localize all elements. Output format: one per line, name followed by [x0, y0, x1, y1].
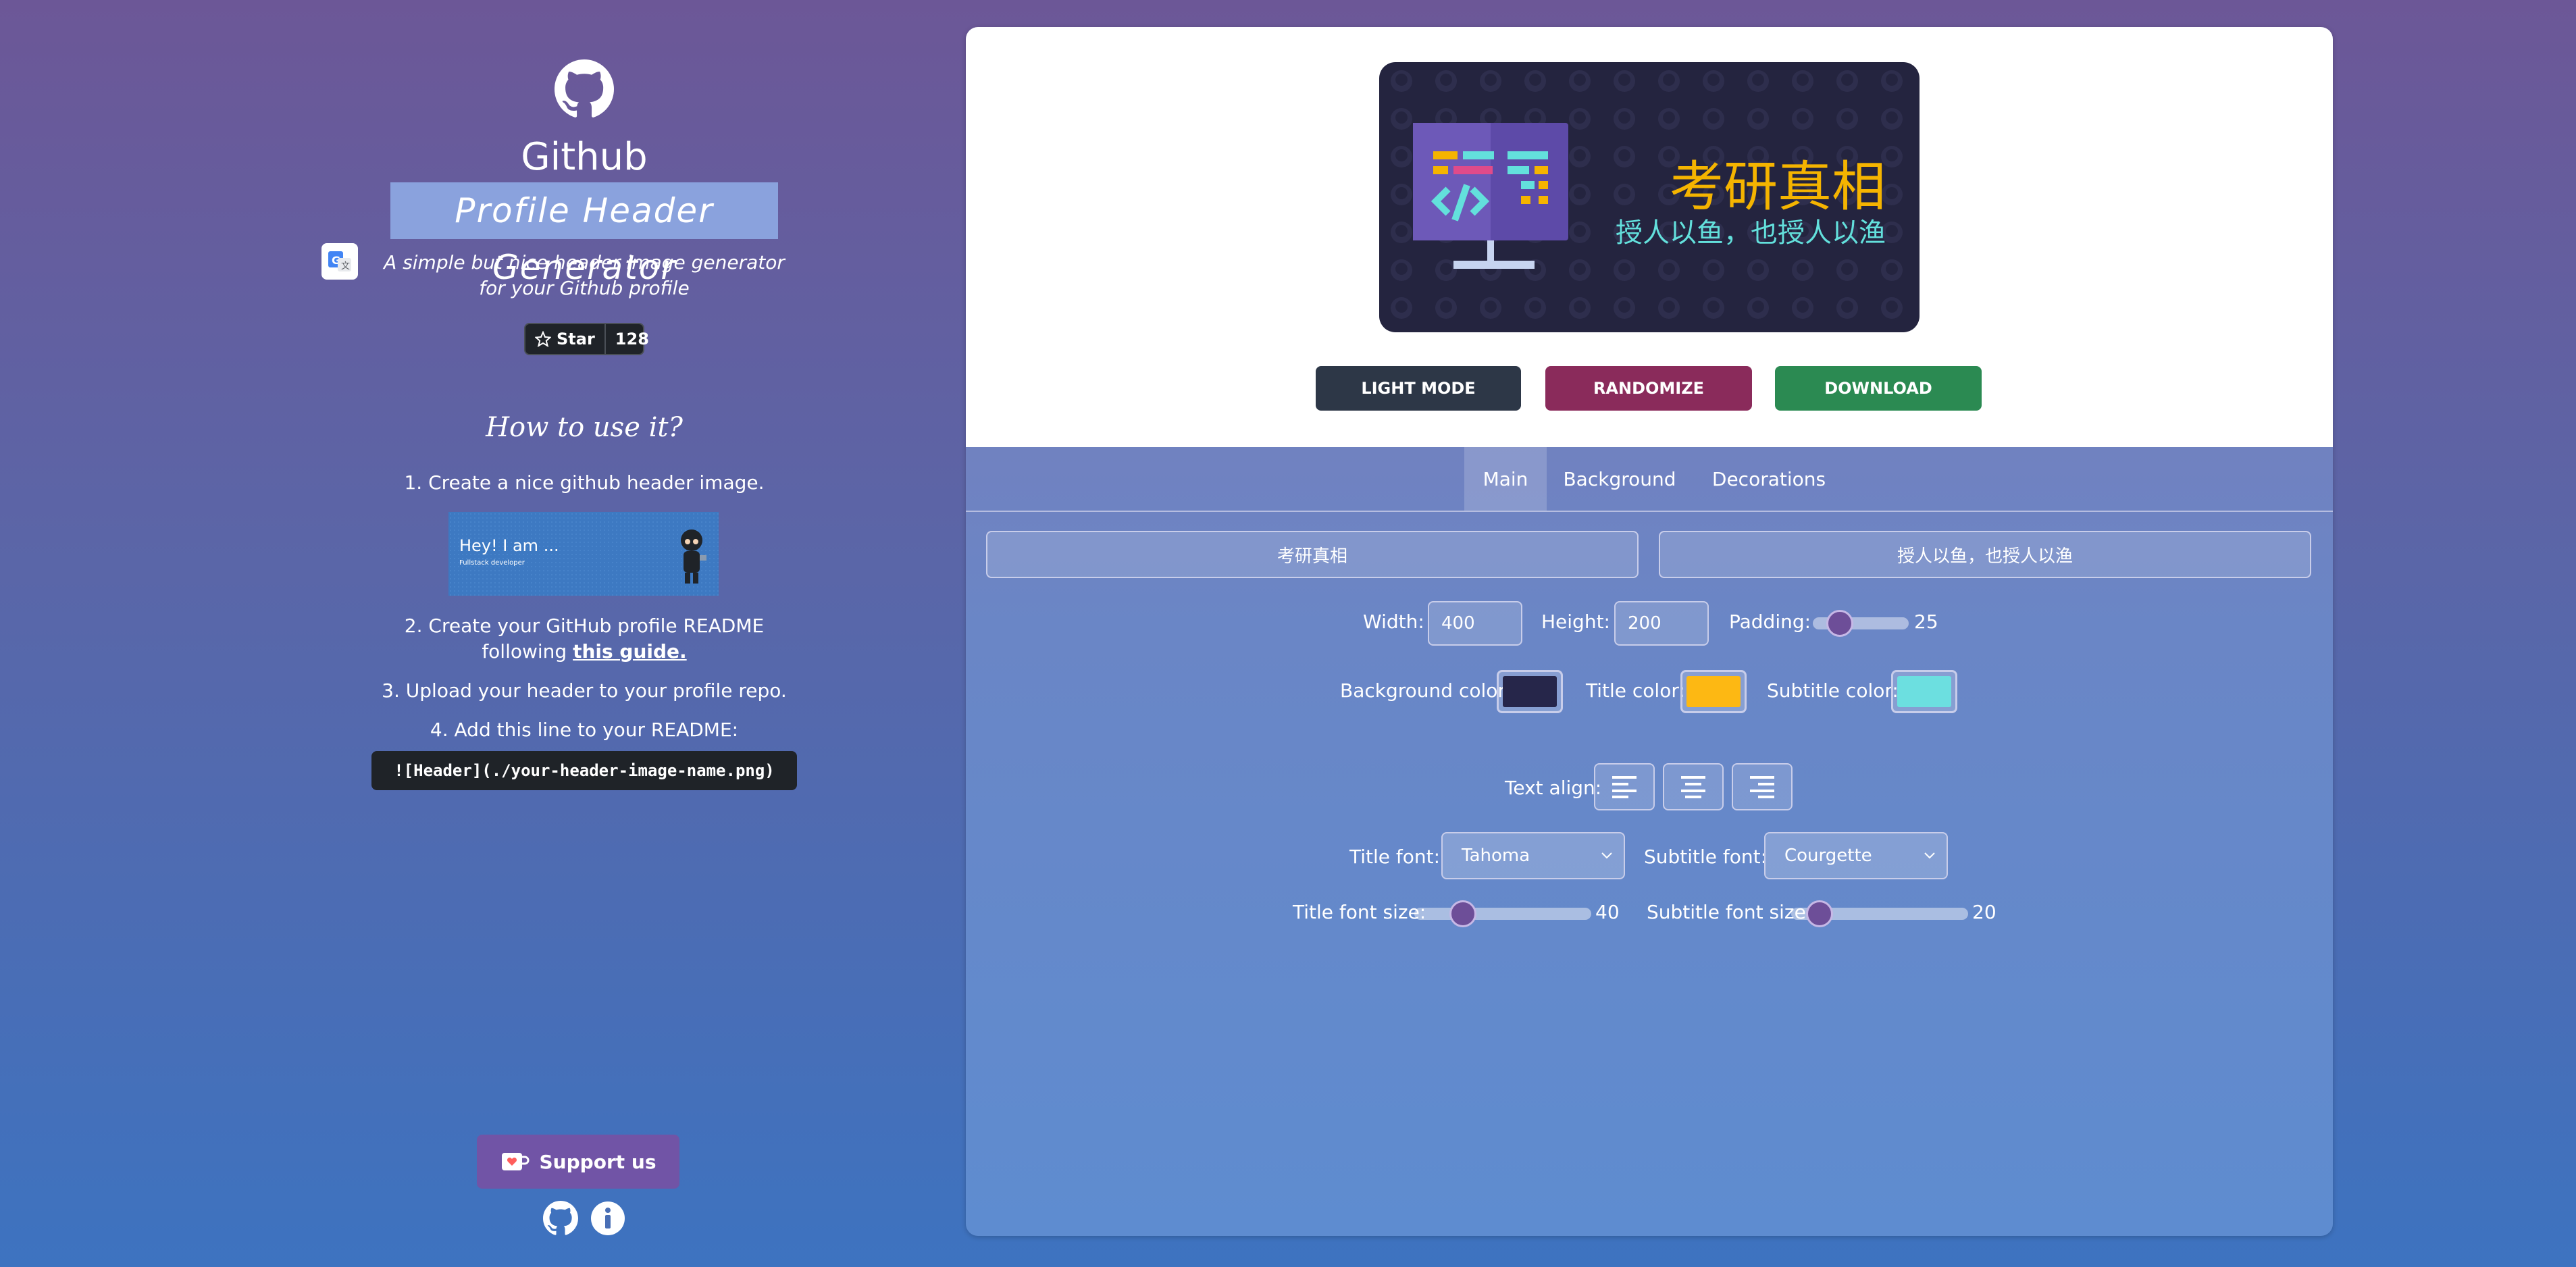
- align-center-icon: [1681, 776, 1705, 798]
- support-us-label: Support us: [539, 1150, 656, 1173]
- guide-link[interactable]: this guide.: [573, 640, 687, 663]
- octocat-icon: [681, 529, 706, 584]
- subtitle-color-picker[interactable]: [1891, 670, 1957, 713]
- title-font-value: Tahoma: [1462, 846, 1530, 866]
- title-input[interactable]: 考研真相: [986, 531, 1639, 578]
- step-2: 2. Create your GitHub profile README fol…: [404, 615, 765, 663]
- info-icon[interactable]: [590, 1201, 625, 1236]
- align-center-button[interactable]: [1663, 763, 1724, 810]
- subtitle-font-select[interactable]: Courgette: [1764, 832, 1948, 879]
- subtitle-color-swatch: [1897, 676, 1951, 707]
- example-role: Fullstack developer: [459, 559, 525, 567]
- star-icon: [535, 331, 551, 347]
- title-font-select[interactable]: Tahoma: [1441, 832, 1625, 879]
- tagline: A simple but nice header image generator…: [384, 251, 785, 299]
- align-right-button[interactable]: [1732, 763, 1793, 810]
- tab-main[interactable]: Main: [1464, 447, 1547, 511]
- background-color-label: Background color:: [1340, 679, 1512, 702]
- star-label: Star: [557, 330, 595, 348]
- github-logo-icon: [555, 59, 614, 118]
- chevron-down-icon: [1601, 852, 1612, 859]
- step-1: 1. Create a nice github header image.: [404, 471, 765, 494]
- coffee-cup-icon: [501, 1153, 529, 1170]
- text-align-label: Text align:: [1505, 777, 1602, 799]
- align-left-button[interactable]: [1594, 763, 1655, 810]
- download-button[interactable]: DOWNLOAD: [1775, 366, 1982, 411]
- height-input[interactable]: 200: [1614, 601, 1709, 646]
- light-mode-button[interactable]: LIGHT MODE: [1316, 366, 1521, 411]
- preview-subtitle: 授人以鱼，也授人以渔: [1616, 217, 1886, 249]
- translate-icon[interactable]: G 文: [321, 243, 358, 280]
- padding-slider[interactable]: [1813, 610, 1909, 637]
- settings-tabs: Main Background Decorations: [966, 447, 2333, 512]
- background-color-swatch: [1503, 676, 1557, 707]
- subtitle-font-label: Subtitle font:: [1644, 846, 1768, 868]
- editor-panel: 考研真相 授人以鱼，也授人以渔 LIGHT MODE RANDOMIZE DOW…: [966, 27, 2333, 1236]
- howto-heading: How to use it?: [486, 412, 683, 443]
- title-font-size-value: 40: [1595, 901, 1620, 923]
- tab-background[interactable]: Background: [1547, 447, 1693, 511]
- subtitle-font-size-label: Subtitle font size:: [1647, 901, 1813, 923]
- align-left-icon: [1612, 776, 1637, 798]
- preview-title: 考研真相: [1670, 155, 1886, 218]
- subtitle-color-label: Subtitle color:: [1767, 679, 1899, 702]
- example-greeting: Hey! I am ...: [459, 536, 559, 555]
- width-label: Width:: [1363, 611, 1424, 633]
- subtitle-font-size-thumb[interactable]: [1806, 900, 1833, 927]
- subtitle-font-size-value: 20: [1972, 901, 1997, 923]
- github-icon[interactable]: [543, 1201, 578, 1236]
- sidebar: Github Profile Header Generator G 文 A si…: [290, 54, 878, 1256]
- title-color-swatch: [1686, 676, 1741, 707]
- readme-code-snippet[interactable]: ![Header](./your-header-image-name.png): [371, 751, 797, 790]
- title-font-size-thumb[interactable]: [1449, 900, 1476, 927]
- title-font-label: Title font:: [1349, 846, 1441, 868]
- code-monitor-icon: [1413, 123, 1568, 269]
- example-header-image: Hey! I am ... Fullstack developer: [448, 512, 719, 596]
- footer-icons: [543, 1201, 625, 1236]
- chevron-down-icon: [1924, 852, 1935, 859]
- subtitle-font-value: Courgette: [1784, 846, 1872, 866]
- app-title: Github: [521, 135, 648, 179]
- subtitle-font-size-slider[interactable]: [1791, 900, 1968, 927]
- step-3: 3. Upload your header to your profile re…: [382, 679, 787, 702]
- align-right-icon: [1750, 776, 1774, 798]
- height-label: Height:: [1541, 611, 1610, 633]
- title-font-size-label: Title font size:: [1293, 901, 1426, 923]
- header-preview: 考研真相 授人以鱼，也授人以渔: [1379, 62, 1920, 332]
- app-subtitle: Profile Header Generator: [390, 182, 778, 287]
- tab-decorations[interactable]: Decorations: [1693, 447, 1845, 511]
- subtitle-input[interactable]: 授人以鱼，也授人以渔: [1659, 531, 2311, 578]
- background-color-picker[interactable]: [1497, 670, 1563, 713]
- svg-text:文: 文: [341, 261, 350, 272]
- width-input[interactable]: 400: [1428, 601, 1522, 646]
- title-color-label: Title color:: [1586, 679, 1685, 702]
- github-star-button[interactable]: Star 128: [524, 323, 649, 355]
- padding-label: Padding:: [1729, 611, 1811, 633]
- padding-slider-thumb[interactable]: [1826, 610, 1853, 637]
- step-4: 4. Add this line to your README:: [430, 719, 739, 741]
- padding-value: 25: [1914, 611, 1938, 633]
- support-us-button[interactable]: Support us: [477, 1135, 679, 1189]
- randomize-button[interactable]: RANDOMIZE: [1545, 366, 1752, 411]
- star-count: 128: [615, 330, 649, 348]
- preview-area: 考研真相 授人以鱼，也授人以渔 LIGHT MODE RANDOMIZE DOW…: [966, 27, 2333, 447]
- title-font-size-slider[interactable]: [1414, 900, 1591, 927]
- title-color-picker[interactable]: [1680, 670, 1747, 713]
